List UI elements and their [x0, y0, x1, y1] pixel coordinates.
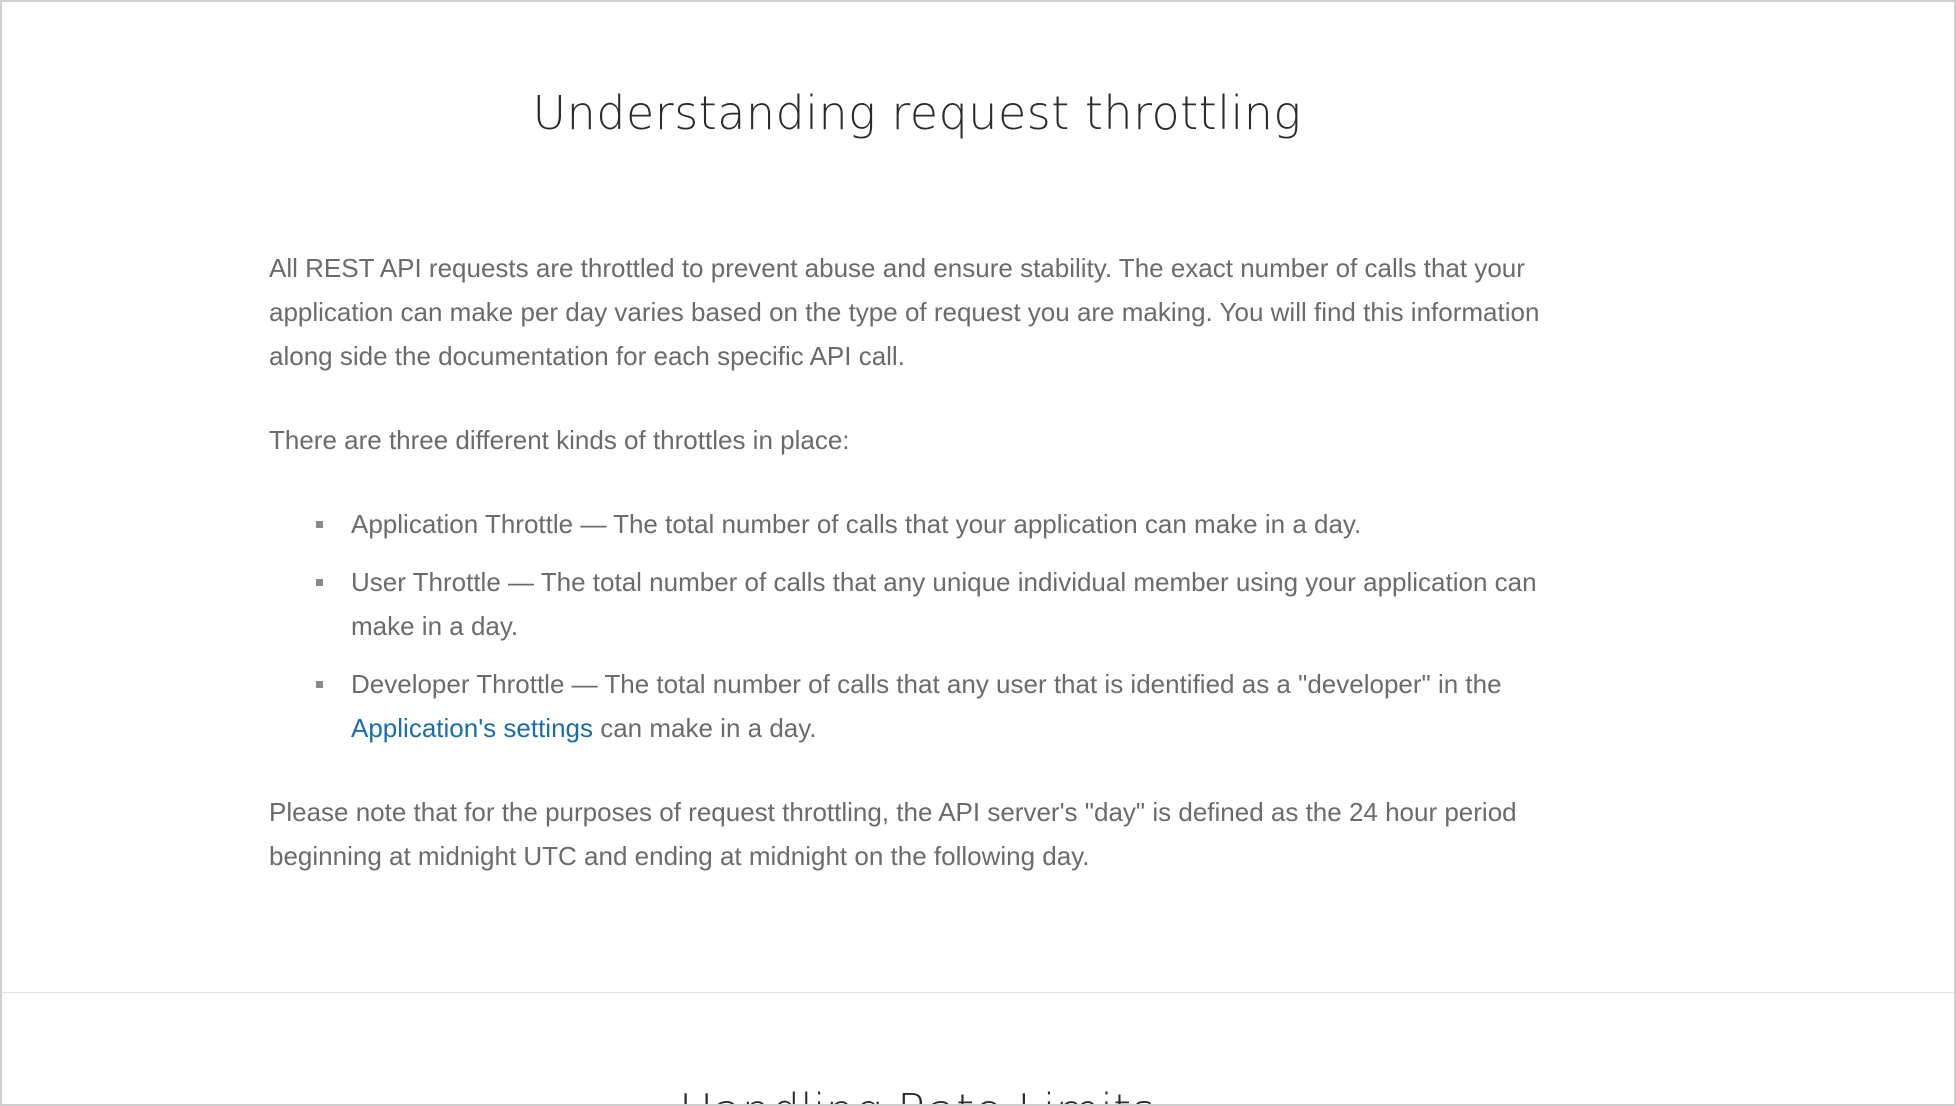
intro-paragraph: All REST API requests are throttled to p… — [269, 253, 1540, 371]
list-item-text-after-link: can make in a day. — [593, 713, 817, 743]
list-item-text-before-link: Developer Throttle — The total number of… — [351, 669, 1502, 699]
section-content: All REST API requests are throttled to p… — [269, 246, 1569, 918]
list-item-application-throttle: Application Throttle — The total number … — [316, 502, 1569, 546]
square-bullet-icon — [316, 579, 323, 586]
list-item-text: Application Throttle — The total number … — [351, 509, 1362, 539]
square-bullet-icon — [316, 521, 323, 528]
throttling-section: Understanding request throttling All RES… — [2, 2, 1954, 993]
throttle-list: Application Throttle — The total number … — [269, 502, 1569, 750]
list-item-user-throttle: User Throttle — The total number of call… — [316, 560, 1569, 648]
day-definition-note: Please note that for the purposes of req… — [269, 797, 1517, 871]
page-title: Understanding request throttling — [532, 86, 1302, 140]
application-settings-link[interactable]: Application's settings — [351, 713, 593, 743]
next-section-title: Handling Rate Limits — [2, 1084, 1832, 1104]
list-item-text: User Throttle — The total number of call… — [351, 567, 1537, 641]
list-item-developer-throttle: Developer Throttle — The total number of… — [316, 662, 1569, 750]
section-divider — [2, 992, 1954, 993]
square-bullet-icon — [316, 681, 323, 688]
throttle-kinds-intro: There are three different kinds of throt… — [269, 425, 850, 455]
page-frame: Understanding request throttling All RES… — [0, 0, 1956, 1106]
